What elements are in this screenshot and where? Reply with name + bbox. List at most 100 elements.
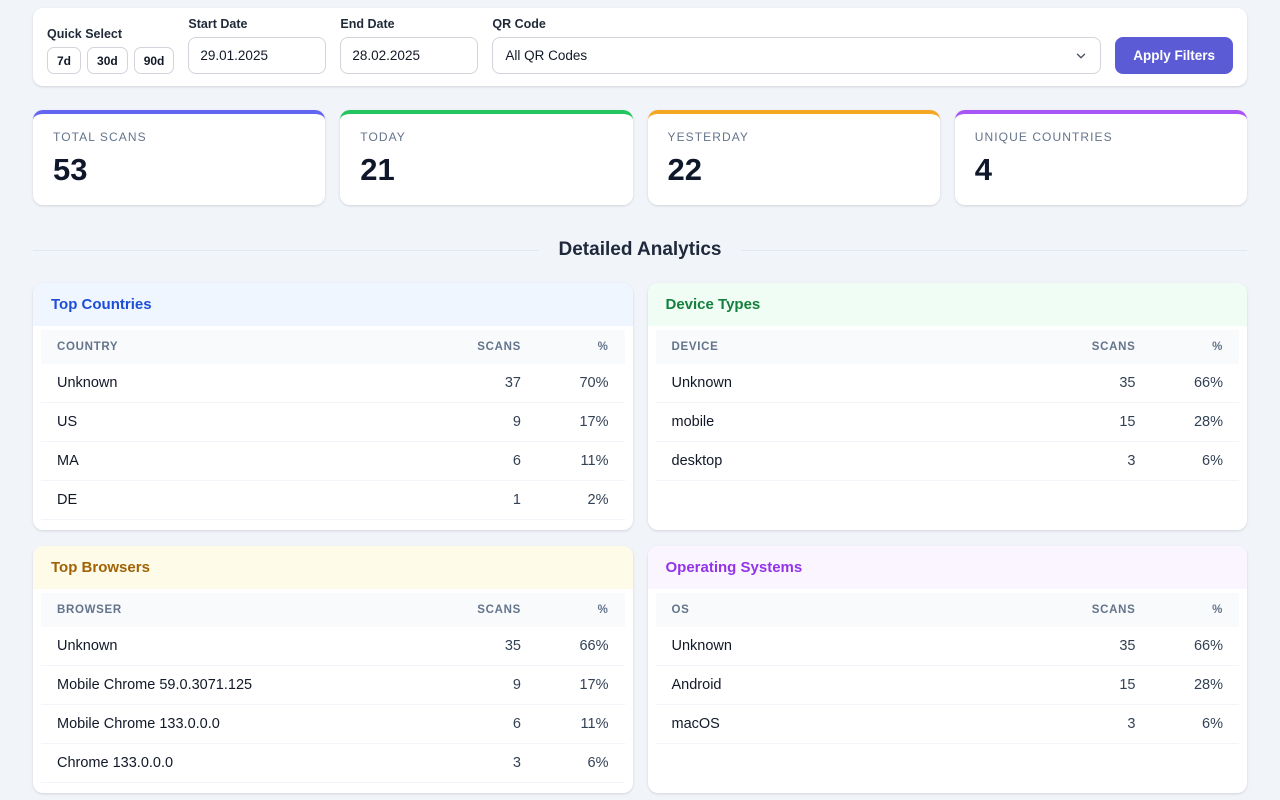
analytics-page: Quick Select 7d 30d 90d Start Date End D…	[0, 8, 1280, 793]
table-header-row: BROWSERSCANS%	[41, 593, 625, 627]
table-cell: US	[41, 403, 397, 442]
detailed-analytics-divider: Detailed Analytics	[33, 239, 1247, 261]
table-card-title: Top Browsers	[51, 559, 615, 576]
table-cell: Unknown	[656, 364, 1012, 403]
table-cell: 6%	[537, 744, 625, 783]
table-cell: 9	[397, 403, 537, 442]
qr-code-group: QR Code All QR Codes	[492, 17, 1101, 74]
table-cell: 37	[397, 364, 537, 403]
table-card-title: Device Types	[666, 296, 1230, 313]
table-cell: Android	[656, 666, 1012, 705]
table-row: Chrome 133.0.0.036%	[41, 744, 625, 783]
table-cell: 6%	[1151, 705, 1239, 744]
table-card-header: Device Types	[648, 283, 1248, 326]
column-header: %	[1151, 593, 1239, 627]
table-row: Android1528%	[656, 666, 1240, 705]
column-header: COUNTRY	[41, 330, 397, 364]
qr-code-label: QR Code	[492, 17, 1101, 31]
table-cell: 66%	[537, 627, 625, 666]
quick-7d-button[interactable]: 7d	[47, 47, 81, 74]
start-date-label: Start Date	[188, 17, 326, 31]
tables-grid: Top Countries COUNTRYSCANS% Unknown3770%…	[33, 283, 1247, 793]
table-row: DE12%	[41, 481, 625, 520]
table-card-body: OSSCANS% Unknown3566%Android1528%macOS36…	[648, 589, 1248, 754]
table-cell: 3	[1011, 705, 1151, 744]
table-cell: 11%	[537, 442, 625, 481]
stat-value: 21	[360, 154, 612, 185]
stat-card-today: TODAY 21	[340, 110, 632, 205]
stat-value: 22	[668, 154, 920, 185]
table-cell: 15	[1011, 403, 1151, 442]
filter-bar: Quick Select 7d 30d 90d Start Date End D…	[33, 8, 1247, 86]
table-row: Mobile Chrome 133.0.0.0611%	[41, 705, 625, 744]
table-cell: Mobile Chrome 59.0.3071.125	[41, 666, 397, 705]
start-date-input[interactable]	[188, 37, 326, 74]
table-cell: 9	[397, 666, 537, 705]
apply-filters-button[interactable]: Apply Filters	[1115, 37, 1233, 74]
operating-systems-table: OSSCANS% Unknown3566%Android1528%macOS36…	[656, 593, 1240, 744]
table-card-top-browsers: Top Browsers BROWSERSCANS% Unknown3566%M…	[33, 546, 633, 793]
quick-30d-button[interactable]: 30d	[87, 47, 128, 74]
column-header: DEVICE	[656, 330, 1012, 364]
table-row: mobile1528%	[656, 403, 1240, 442]
column-header: %	[537, 593, 625, 627]
table-cell: 11%	[537, 705, 625, 744]
table-cell: Unknown	[41, 627, 397, 666]
table-cell: 15	[1011, 666, 1151, 705]
table-cell: 70%	[537, 364, 625, 403]
table-card-title: Operating Systems	[666, 559, 1230, 576]
table-cell: 2%	[537, 481, 625, 520]
section-title: Detailed Analytics	[559, 239, 722, 261]
column-header: SCANS	[397, 330, 537, 364]
table-cell: 6%	[1151, 442, 1239, 481]
table-card-header: Top Countries	[33, 283, 633, 326]
table-cell: 66%	[1151, 364, 1239, 403]
stat-label: UNIQUE COUNTRIES	[975, 130, 1227, 144]
column-header: %	[537, 330, 625, 364]
table-card-header: Operating Systems	[648, 546, 1248, 589]
stat-label: YESTERDAY	[668, 130, 920, 144]
table-cell: 35	[397, 627, 537, 666]
table-cell: Chrome 133.0.0.0	[41, 744, 397, 783]
table-cell: Unknown	[656, 627, 1012, 666]
start-date-group: Start Date	[188, 17, 326, 74]
table-row: Mobile Chrome 59.0.3071.125917%	[41, 666, 625, 705]
stat-label: TOTAL SCANS	[53, 130, 305, 144]
divider-line	[741, 250, 1247, 251]
table-cell: 17%	[537, 666, 625, 705]
table-cell: 28%	[1151, 403, 1239, 442]
column-header: SCANS	[1011, 330, 1151, 364]
table-cell: 35	[1011, 627, 1151, 666]
stat-label: TODAY	[360, 130, 612, 144]
table-cell: 17%	[537, 403, 625, 442]
qr-code-select[interactable]: All QR Codes	[492, 37, 1101, 74]
stats-row: TOTAL SCANS 53 TODAY 21 YESTERDAY 22 UNI…	[33, 110, 1247, 205]
quick-90d-button[interactable]: 90d	[134, 47, 175, 74]
table-cell: MA	[41, 442, 397, 481]
end-date-label: End Date	[340, 17, 478, 31]
end-date-input[interactable]	[340, 37, 478, 74]
stat-card-unique-countries: UNIQUE COUNTRIES 4	[955, 110, 1247, 205]
table-header-row: COUNTRYSCANS%	[41, 330, 625, 364]
column-header: %	[1151, 330, 1239, 364]
table-card-top-countries: Top Countries COUNTRYSCANS% Unknown3770%…	[33, 283, 633, 530]
table-cell: macOS	[656, 705, 1012, 744]
table-card-device-types: Device Types DEVICESCANS% Unknown3566%mo…	[648, 283, 1248, 530]
column-header: BROWSER	[41, 593, 397, 627]
column-header: SCANS	[397, 593, 537, 627]
table-cell: 6	[397, 442, 537, 481]
table-card-body: COUNTRYSCANS% Unknown3770%US917%MA611%DE…	[33, 326, 633, 530]
table-header-row: DEVICESCANS%	[656, 330, 1240, 364]
table-cell: Unknown	[41, 364, 397, 403]
table-row: US917%	[41, 403, 625, 442]
table-row: desktop36%	[656, 442, 1240, 481]
stat-card-total-scans: TOTAL SCANS 53	[33, 110, 325, 205]
stat-value: 4	[975, 154, 1227, 185]
column-header: SCANS	[1011, 593, 1151, 627]
table-row: Unknown3566%	[41, 627, 625, 666]
column-header: OS	[656, 593, 1012, 627]
table-cell: Mobile Chrome 133.0.0.0	[41, 705, 397, 744]
table-cell: 6	[397, 705, 537, 744]
stat-value: 53	[53, 154, 305, 185]
top-countries-table: COUNTRYSCANS% Unknown3770%US917%MA611%DE…	[41, 330, 625, 520]
